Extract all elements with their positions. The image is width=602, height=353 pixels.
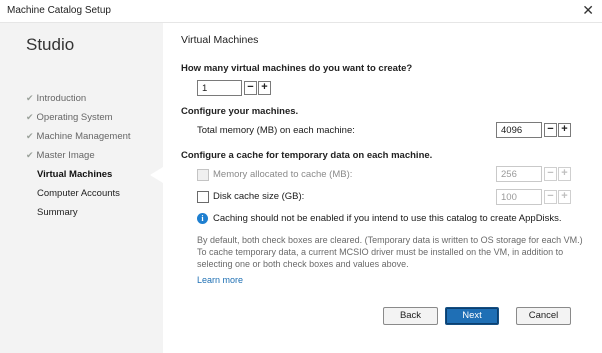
- learn-more-link[interactable]: Learn more: [197, 275, 243, 285]
- step-summary: Summary: [37, 207, 78, 218]
- memory-cache-decrement-button[interactable]: −: [544, 167, 557, 181]
- step-virtual-machines[interactable]: Virtual Machines: [37, 169, 112, 180]
- step-label: Summary: [37, 207, 78, 218]
- step-master-image[interactable]: ✔ Master Image: [26, 150, 95, 161]
- vm-count-increment-button[interactable]: +: [258, 81, 271, 95]
- step-label: Computer Accounts: [37, 188, 120, 199]
- next-button[interactable]: Next: [445, 307, 499, 325]
- cache-description: By default, both check boxes are cleared…: [197, 235, 583, 269]
- step-introduction[interactable]: ✔ Introduction: [26, 93, 86, 104]
- memory-cache-checkbox[interactable]: [197, 169, 209, 181]
- cache-heading: Configure a cache for temporary data on …: [181, 150, 433, 161]
- step-label: Machine Management: [36, 131, 131, 142]
- back-button[interactable]: Back: [383, 307, 438, 325]
- disk-cache-checkbox[interactable]: [197, 191, 209, 203]
- check-icon: ✔: [26, 131, 34, 141]
- vm-count-decrement-button[interactable]: −: [244, 81, 257, 95]
- memory-cache-input[interactable]: 256: [496, 166, 542, 182]
- total-memory-label: Total memory (MB) on each machine:: [197, 125, 355, 136]
- sidebar: Studio ✔ Introduction ✔ Operating System ✔…: [0, 23, 163, 353]
- check-icon: ✔: [26, 150, 34, 160]
- step-machine-management[interactable]: ✔ Machine Management: [26, 131, 131, 142]
- memory-cache-increment-button[interactable]: +: [558, 167, 571, 181]
- current-step-pointer: [150, 167, 163, 183]
- window-title: Machine Catalog Setup: [7, 5, 111, 16]
- title-bar: Machine Catalog Setup ✕: [0, 0, 602, 23]
- main-panel: Virtual Machines How many virtual machin…: [164, 23, 602, 353]
- memory-cache-label: Memory allocated to cache (MB):: [213, 169, 353, 180]
- vm-count-question: How many virtual machines do you want to…: [181, 63, 413, 74]
- disk-cache-decrement-button[interactable]: −: [544, 190, 557, 204]
- info-icon: i: [197, 213, 208, 224]
- close-icon[interactable]: ✕: [582, 3, 594, 17]
- check-icon: ✔: [26, 93, 34, 103]
- caching-warning: Caching should not be enabled if you int…: [213, 213, 562, 224]
- step-label: Introduction: [36, 93, 87, 104]
- disk-cache-label: Disk cache size (GB):: [213, 191, 305, 202]
- step-label: Virtual Machines: [37, 169, 113, 180]
- check-icon: ✔: [26, 112, 34, 122]
- memory-increment-button[interactable]: +: [558, 123, 571, 137]
- step-computer-accounts: Computer Accounts: [37, 188, 120, 199]
- vm-count-input[interactable]: 1: [197, 80, 242, 96]
- disk-cache-increment-button[interactable]: +: [558, 190, 571, 204]
- studio-brand: Studio: [26, 35, 75, 54]
- cancel-button[interactable]: Cancel: [516, 307, 571, 325]
- page-title: Virtual Machines: [181, 34, 259, 46]
- configure-heading: Configure your machines.: [181, 106, 299, 117]
- disk-cache-input[interactable]: 100: [496, 189, 542, 205]
- step-label: Operating System: [36, 112, 113, 123]
- memory-decrement-button[interactable]: −: [544, 123, 557, 137]
- total-memory-input[interactable]: 4096: [496, 122, 542, 138]
- step-label: Master Image: [36, 150, 95, 161]
- step-operating-system[interactable]: ✔ Operating System: [26, 112, 113, 123]
